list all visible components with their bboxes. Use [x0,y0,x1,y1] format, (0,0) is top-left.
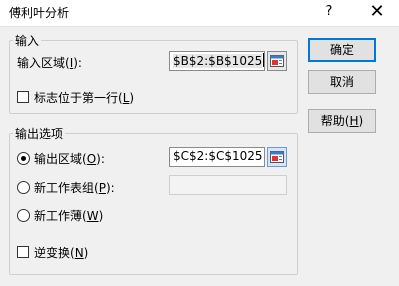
dialog-title: 傅利叶分析 [9,6,70,20]
output-range-selector-button[interactable] [267,147,287,167]
ok-button[interactable]: 确定 [308,38,376,62]
cancel-button[interactable]: 取消 [308,70,376,94]
title-bar: 傅利叶分析 ? ✕ [0,0,399,26]
output-range-label: 输出区域(O): [34,152,105,166]
input-group-label: 输入 [13,32,42,49]
new-sheet-label: 新工作表组(P): [34,181,115,195]
output-group-label: 输出选项 [13,125,66,142]
new-workbook-radio[interactable] [17,209,30,222]
inverse-label: 逆变换(N) [34,246,89,260]
inverse-checkbox[interactable] [17,246,29,258]
help-icon[interactable]: ? [318,2,340,22]
title-divider [0,26,399,27]
headers-label: 标志位于第一行(L) [34,91,135,105]
input-range-selector-button[interactable] [267,51,287,71]
close-icon[interactable]: ✕ [366,2,388,22]
new-sheet-name-field[interactable] [169,175,287,195]
help-button[interactable]: 帮助(H) [308,109,376,133]
headers-checkbox[interactable] [17,91,29,103]
input-range-value: $B$2:$B$1025 [173,54,263,68]
range-selector-icon [270,151,284,163]
text-caret [263,53,265,67]
new-workbook-label: 新工作薄(W) [34,209,104,223]
range-selector-icon [270,55,284,67]
input-range-label: 输入区域(I): [17,56,82,70]
output-range-field[interactable]: $C$2:$C$1025 [169,147,265,167]
input-range-field[interactable]: $B$2:$B$1025 [169,51,265,71]
output-range-radio[interactable] [17,152,30,165]
output-range-value: $C$2:$C$1025 [173,149,263,163]
new-sheet-radio[interactable] [17,181,30,194]
